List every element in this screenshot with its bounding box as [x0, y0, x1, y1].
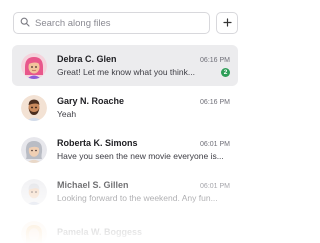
conversation-item[interactable]: Debra C. Glen 06:16 PM Great! Let me kno…: [12, 45, 238, 86]
contact-name: Debra C. Glen: [57, 54, 117, 64]
avatar: [21, 136, 47, 163]
search-row: [13, 12, 238, 34]
contact-name: Gary N. Roache: [57, 96, 125, 106]
contact-name: Pamela W. Boggess: [57, 227, 143, 237]
plus-icon: [222, 14, 232, 32]
avatar: [21, 178, 47, 205]
avatar: [21, 94, 47, 121]
conversation-item[interactable]: Michael S. Gillen 06:01 PM Looking forwa…: [12, 171, 238, 212]
add-button[interactable]: [216, 12, 238, 34]
message-time: 06:01 PM: [200, 141, 230, 148]
conversation-item[interactable]: Roberta K. Simons 06:01 PM Have you seen…: [12, 129, 238, 170]
message-time: 06:16 PM: [200, 57, 230, 64]
contact-name: Roberta K. Simons: [57, 138, 138, 148]
avatar: [21, 52, 47, 79]
search-icon: [20, 14, 30, 32]
message-preview: Have you seen the new movie everyone is.…: [57, 151, 224, 161]
unread-badge: 2: [221, 67, 230, 77]
search-box[interactable]: [13, 12, 210, 34]
conversation-item[interactable]: Pamela W. Boggess: [12, 213, 238, 243]
contact-name: Michael S. Gillen: [57, 180, 129, 190]
message-preview: Yeah: [57, 109, 77, 119]
avatar: [21, 220, 47, 243]
conversation-list: Debra C. Glen 06:16 PM Great! Let me kno…: [12, 45, 238, 243]
message-preview: Looking forward to the weekend. Any fun.…: [57, 193, 218, 203]
message-time: 06:01 PM: [200, 183, 230, 190]
message-preview: Great! Let me know what you think...: [57, 67, 195, 77]
message-time: 06:16 PM: [200, 99, 230, 106]
search-input[interactable]: [35, 17, 209, 29]
conversation-item[interactable]: Gary N. Roache 06:16 PM Yeah: [12, 87, 238, 128]
